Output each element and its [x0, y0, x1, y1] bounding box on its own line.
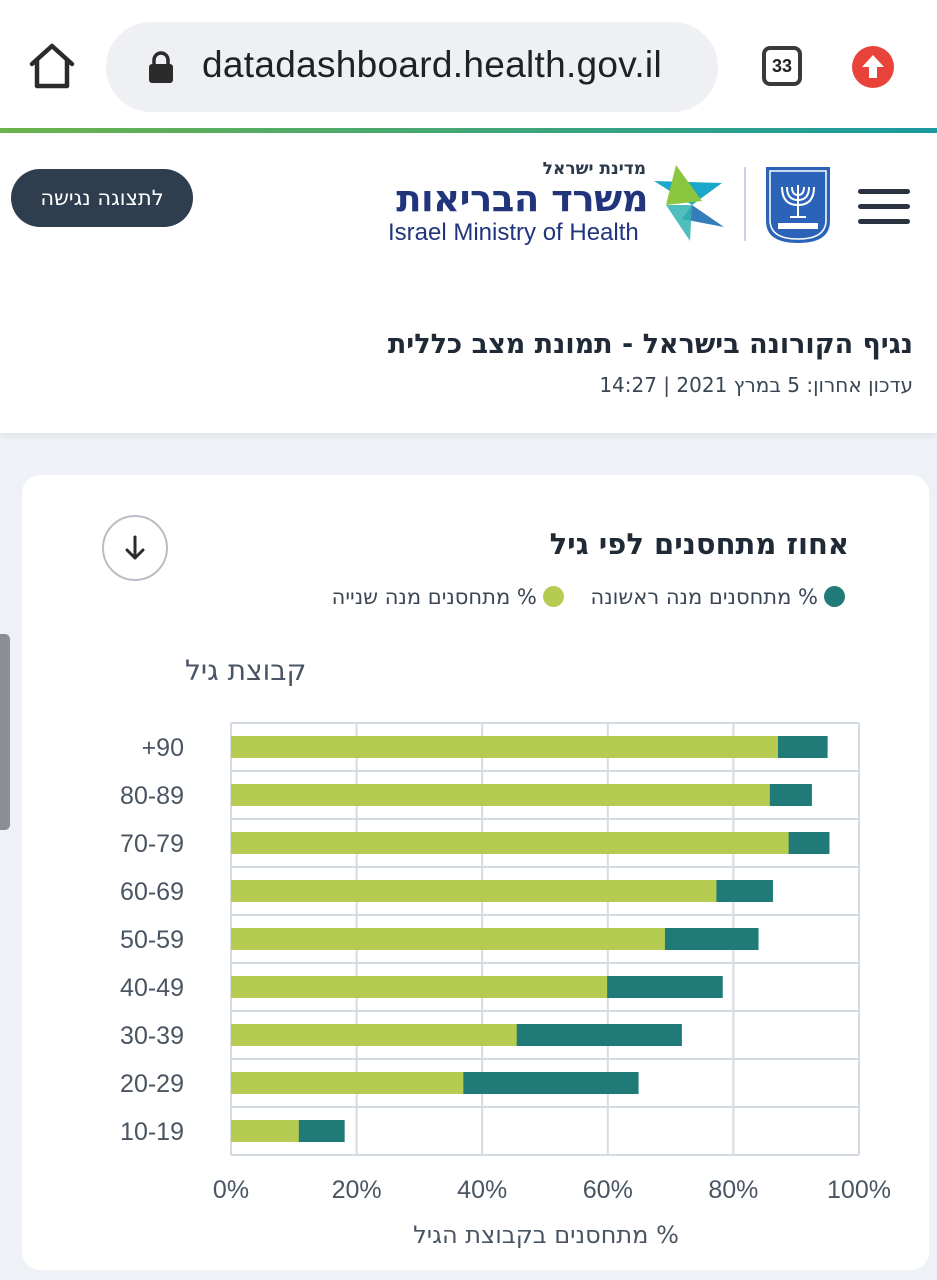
y-tick-label: 60-69 [120, 878, 184, 906]
chart-bars [231, 736, 830, 1142]
browser-toolbar: datadashboard.health.gov.il 33 [0, 0, 937, 130]
update-arrow-icon[interactable] [852, 46, 894, 88]
bar-second-dose[interactable] [231, 832, 789, 854]
x-tick-label: 80% [708, 1176, 758, 1204]
y-tick-label: +90 [142, 734, 184, 762]
y-tick-label: 30-39 [120, 1022, 184, 1050]
bar-second-dose[interactable] [231, 976, 608, 998]
page-title: נגיף הקורונה בישראל - תמונת מצב כללית [387, 329, 913, 360]
url-text: datadashboard.health.gov.il [202, 44, 662, 85]
vaccination-bar-chart: קבוצת גיל +90 80-89 70-79 60-69 50-59 40-49 30… [120, 654, 891, 1249]
y-tick-label: 50-59 [120, 926, 184, 954]
y-tick-labels: +90 80-89 70-79 60-69 50-59 40-49 30-39 20-29 10… [120, 734, 184, 1146]
logo-divider [744, 167, 746, 241]
x-tick-label: 60% [583, 1176, 633, 1204]
x-tick-labels: 0% 20% 40% 60% 80% 100% [213, 1176, 891, 1204]
bar-second-dose[interactable] [231, 1072, 464, 1094]
state-of-israel-label: מדינת ישראל [542, 159, 646, 179]
bar-second-dose[interactable] [231, 1120, 299, 1142]
israel-emblem-icon [764, 165, 832, 245]
accessible-view-button[interactable]: לתצוגה נגישה [11, 169, 193, 227]
y-tick-label: 10-19 [120, 1118, 184, 1146]
x-tick-label: 100% [827, 1176, 891, 1204]
ministry-name-english: Israel Ministry of Health [388, 219, 639, 246]
x-tick-label: 20% [332, 1176, 382, 1204]
y-tick-label: 70-79 [120, 830, 184, 858]
menu-icon[interactable] [858, 189, 910, 225]
bar-second-dose[interactable] [231, 1024, 517, 1046]
address-bar[interactable]: datadashboard.health.gov.il [106, 22, 718, 112]
tabs-counter-button[interactable]: 33 [762, 46, 802, 86]
y-tick-label: 80-89 [120, 782, 184, 810]
x-axis-title: % מתחסנים בקבוצת הגיל [413, 1221, 679, 1249]
y-tick-label: 40-49 [120, 974, 184, 1002]
y-axis-title: קבוצת גיל [185, 654, 306, 687]
bar-second-dose[interactable] [231, 784, 770, 806]
x-tick-label: 0% [213, 1176, 249, 1204]
page-scrollbar[interactable] [0, 634, 10, 830]
bar-second-dose[interactable] [231, 880, 717, 902]
ministry-logo-icon [646, 161, 730, 245]
ministry-name-hebrew: משרד הבריאות [396, 177, 648, 220]
bar-second-dose[interactable] [231, 928, 665, 950]
home-icon[interactable] [24, 38, 80, 94]
y-tick-label: 20-29 [120, 1070, 184, 1098]
x-tick-label: 40% [457, 1176, 507, 1204]
lock-icon [146, 50, 176, 84]
bar-second-dose[interactable] [231, 736, 778, 758]
last-update-text: עדכון אחרון: 5 במרץ 2021 | 14:27 [599, 373, 913, 397]
site-header: לתצוגה נגישה מדינת ישראל משרד הבריאות Is… [0, 133, 937, 433]
